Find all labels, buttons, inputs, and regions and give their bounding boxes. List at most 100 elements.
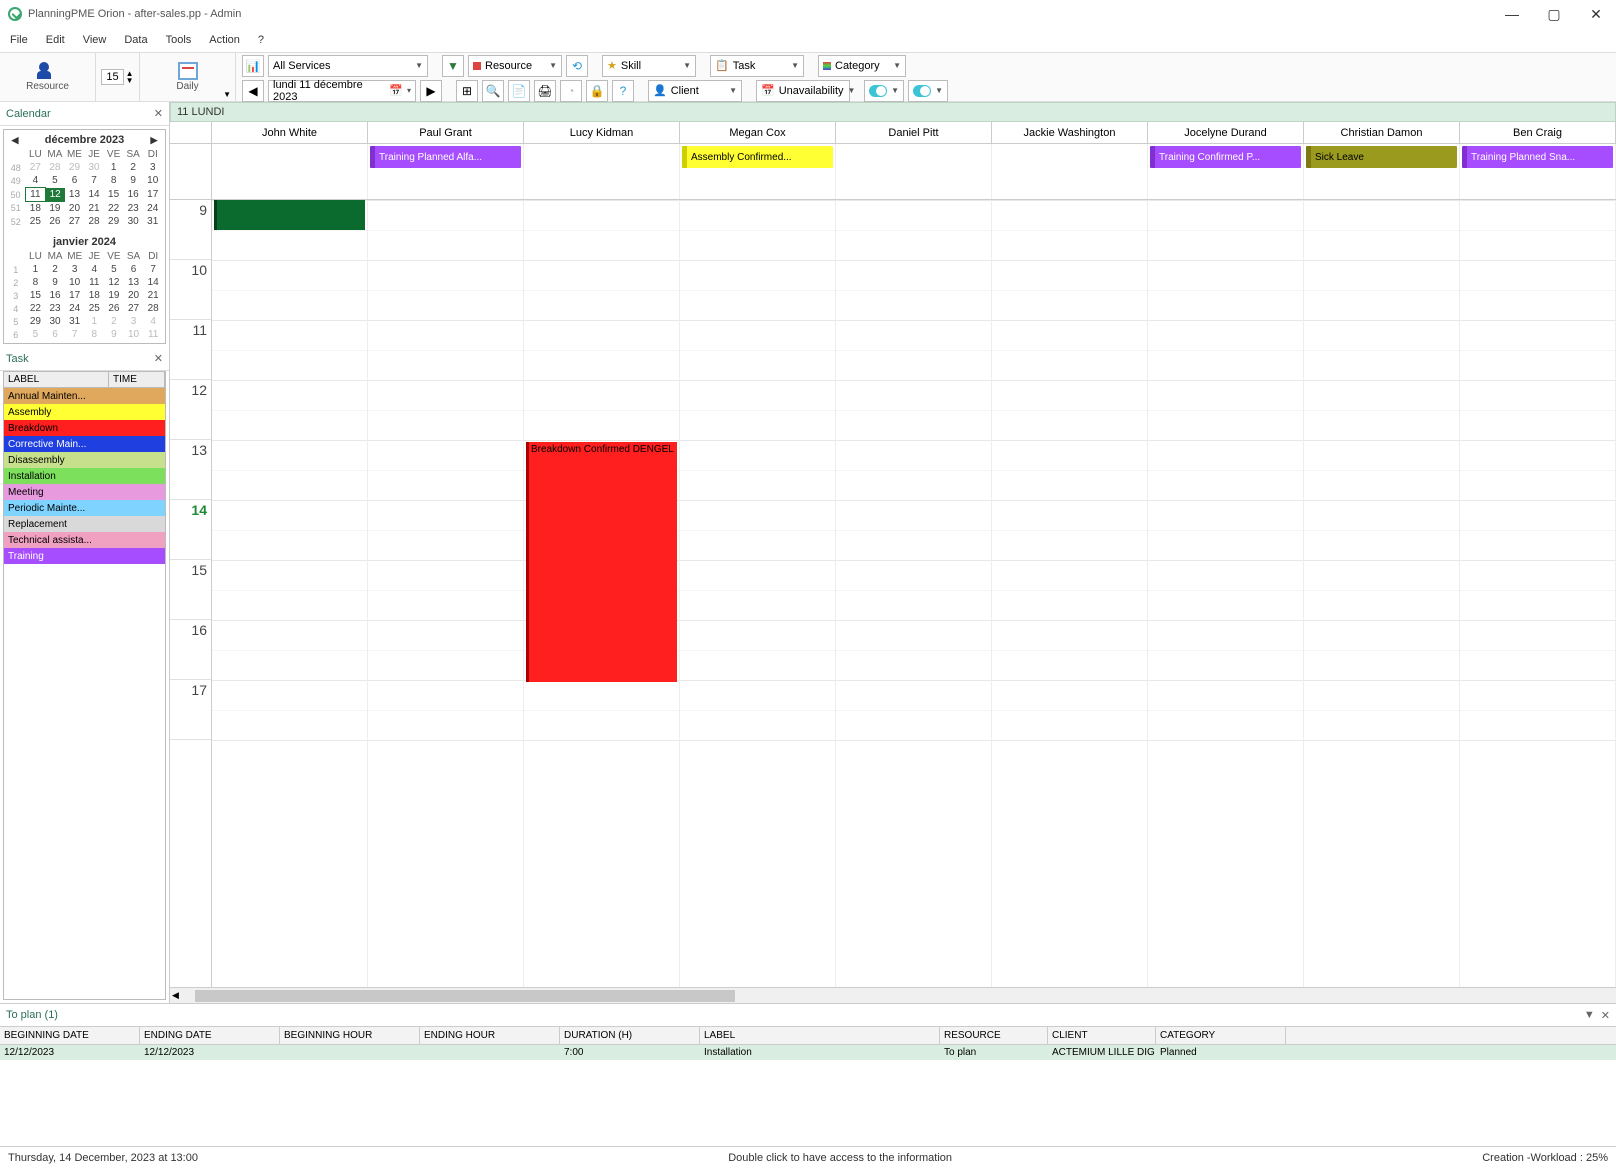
filter-icon[interactable]: ▼ <box>442 55 464 77</box>
cal-day[interactable]: 9 <box>123 174 143 188</box>
chevron-down-icon[interactable]: ▼ <box>223 90 231 99</box>
menu-tools[interactable]: Tools <box>166 34 192 46</box>
cal-day[interactable]: 22 <box>104 202 124 216</box>
skill-dropdown[interactable]: ★Skill▼ <box>602 55 696 77</box>
spinner-value[interactable]: 15 <box>101 69 123 85</box>
cal-day[interactable]: 29 <box>65 161 85 174</box>
resource-header-cell[interactable]: Jackie Washington <box>992 122 1148 143</box>
cal-day[interactable]: 7 <box>65 328 85 341</box>
daily-group[interactable]: Daily ▼ <box>140 53 236 101</box>
cal-day[interactable]: 2 <box>45 263 65 276</box>
cal-day[interactable]: 2 <box>104 315 124 328</box>
allday-event[interactable]: Training Confirmed P... <box>1150 146 1301 168</box>
cal-day[interactable]: 8 <box>85 328 105 341</box>
cal-day[interactable]: 4 <box>26 174 46 188</box>
task-item[interactable]: Periodic Mainte... <box>4 500 165 516</box>
cal-day[interactable]: 15 <box>104 188 124 202</box>
cal-day[interactable]: 17 <box>65 289 85 302</box>
toplan-col-header[interactable]: ENDING DATE <box>140 1027 280 1044</box>
schedule-grid[interactable]: 91011121314151617 Breakdown Confirmed DE… <box>170 200 1616 987</box>
cal-day[interactable]: 10 <box>143 174 163 188</box>
cal-day[interactable]: 11 <box>26 188 46 202</box>
cal-day[interactable]: 8 <box>104 174 124 188</box>
cal-day[interactable]: 1 <box>104 161 124 174</box>
toplan-col-header[interactable]: DURATION (H) <box>560 1027 700 1044</box>
cal-day[interactable]: 27 <box>26 161 46 174</box>
cal-day[interactable]: 16 <box>123 188 143 202</box>
cal-day[interactable]: 12 <box>45 188 65 202</box>
toplan-col-header[interactable]: BEGINNING HOUR <box>280 1027 420 1044</box>
cal-day[interactable]: 25 <box>26 215 46 228</box>
task-item[interactable]: Training <box>4 548 165 564</box>
toplan-col-header[interactable]: CATEGORY <box>1156 1027 1286 1044</box>
resource-group[interactable]: Resource <box>0 53 96 101</box>
menu-view[interactable]: View <box>83 34 107 46</box>
cal-day[interactable]: 27 <box>124 302 144 315</box>
cal-day[interactable]: 20 <box>124 289 144 302</box>
task-close-icon[interactable]: ✕ <box>154 352 163 365</box>
cal-day[interactable]: 11 <box>85 276 105 289</box>
cal-day[interactable]: 1 <box>26 263 46 276</box>
cal-day[interactable]: 30 <box>45 315 65 328</box>
task-col-time[interactable]: TIME <box>109 372 165 387</box>
search-icon[interactable]: 🔍 <box>482 80 504 102</box>
resource-header-cell[interactable]: Megan Cox <box>680 122 836 143</box>
category-dropdown[interactable]: Category▼ <box>818 55 906 77</box>
task-item[interactable]: Technical assista... <box>4 532 165 548</box>
cal-day[interactable]: 6 <box>124 263 144 276</box>
cal-day[interactable]: 3 <box>143 161 163 174</box>
maximize-button[interactable]: ▢ <box>1542 6 1566 23</box>
toggle-1[interactable]: ▼ <box>864 80 904 102</box>
cal-day[interactable]: 31 <box>65 315 85 328</box>
client-dropdown[interactable]: 👤Client▼ <box>648 80 742 102</box>
cal-day[interactable]: 6 <box>65 174 85 188</box>
cal-day[interactable]: 7 <box>143 263 163 276</box>
lock-icon[interactable]: 🔒 <box>586 80 608 102</box>
horizontal-scrollbar[interactable]: ◀ <box>170 987 1616 1003</box>
toplan-col-header[interactable]: BEGINNING DATE <box>0 1027 140 1044</box>
cal-day[interactable]: 26 <box>104 302 124 315</box>
task-item[interactable]: Breakdown <box>4 420 165 436</box>
cal-day[interactable]: 25 <box>85 302 105 315</box>
cal-day[interactable]: 14 <box>143 276 163 289</box>
cal-day[interactable]: 3 <box>124 315 144 328</box>
to-plan-close-icon[interactable]: ✕ <box>1601 1009 1610 1022</box>
allday-event[interactable]: Training Planned Sna... <box>1462 146 1613 168</box>
cal-day[interactable]: 5 <box>104 263 124 276</box>
cal-day[interactable]: 30 <box>84 161 104 174</box>
cal-day[interactable]: 21 <box>143 289 163 302</box>
cal-day[interactable]: 5 <box>45 174 65 188</box>
task-col-label[interactable]: LABEL <box>4 372 109 387</box>
cal-day[interactable]: 9 <box>104 328 124 341</box>
task-item[interactable]: Annual Mainten... <box>4 388 165 404</box>
cal-day[interactable]: 2 <box>123 161 143 174</box>
toplan-col-header[interactable]: ENDING HOUR <box>420 1027 560 1044</box>
cal-day[interactable]: 29 <box>26 315 46 328</box>
cal-day[interactable]: 7 <box>84 174 104 188</box>
to-plan-row[interactable]: 12/12/202312/12/20237:00InstallationTo p… <box>0 1045 1616 1060</box>
cal-day[interactable]: 15 <box>26 289 46 302</box>
chart-icon[interactable]: 📊 <box>242 55 264 77</box>
toplan-col-header[interactable]: LABEL <box>700 1027 940 1044</box>
cal-day[interactable]: 13 <box>65 188 85 202</box>
menu-data[interactable]: Data <box>124 34 147 46</box>
schedule-event[interactable]: Breakdown Confirmed DENGEL <box>526 442 677 682</box>
to-plan-collapse-icon[interactable]: ▼ <box>1584 1009 1595 1022</box>
cal-day[interactable]: 3 <box>65 263 85 276</box>
cal-day[interactable]: 12 <box>104 276 124 289</box>
cal-day[interactable]: 19 <box>45 202 65 216</box>
cal-day[interactable]: 4 <box>85 263 105 276</box>
task-item[interactable]: Replacement <box>4 516 165 532</box>
copy-icon[interactable]: 📄 <box>508 80 530 102</box>
refresh-icon[interactable]: ⟲ <box>566 55 588 77</box>
spinner-group[interactable]: 15 ▲▼ <box>96 53 140 101</box>
cal-day[interactable]: 14 <box>84 188 104 202</box>
cal-day[interactable]: 31 <box>143 215 163 228</box>
cal-day[interactable]: 5 <box>26 328 46 341</box>
cal-day[interactable]: 19 <box>104 289 124 302</box>
task-item[interactable]: Corrective Main... <box>4 436 165 452</box>
cal-day[interactable]: 6 <box>45 328 65 341</box>
spinner-arrows-icon[interactable]: ▲▼ <box>126 70 134 84</box>
resource-header-cell[interactable]: John White <box>212 122 368 143</box>
prev-button[interactable]: ◀ <box>242 80 264 102</box>
